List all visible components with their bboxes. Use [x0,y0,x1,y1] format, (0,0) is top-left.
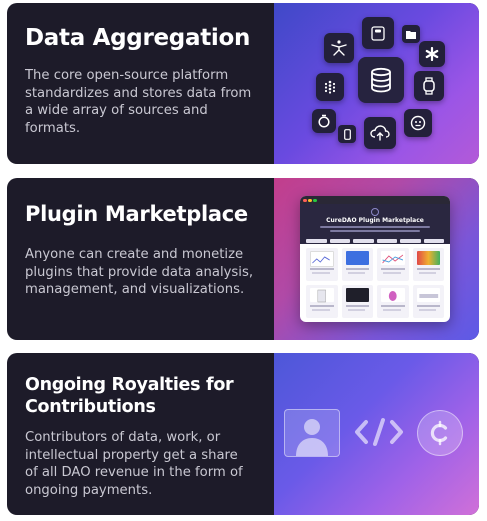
person-avatar-icon [284,409,340,457]
plugin-card [306,248,338,281]
close-dot [303,198,307,202]
tab [423,239,444,243]
plugin-card [412,248,444,281]
plugin-card [377,285,409,318]
asterisk-icon [419,41,445,67]
marketplace-header: CureDAO Plugin Marketplace [300,204,450,244]
tab [353,239,374,243]
plugin-card [412,285,444,318]
card-description: Anyone can create and monetize plugins t… [25,247,254,297]
cloud-upload-icon [364,117,396,149]
plugin-card [306,285,338,318]
tab [400,239,421,243]
stopwatch-icon [312,109,336,133]
marketplace-subtitle-line [320,226,430,228]
ongoing-royalties-card: Ongoing Royalties for Contributions Cont… [7,353,479,515]
plugin-grid [306,248,444,318]
data-sources-illustration [274,3,479,164]
plugin-marketplace-card: Plugin Marketplace Anyone can create and… [7,178,479,340]
data-aggregation-card: Data Aggregation The core open-source pl… [7,3,479,164]
plugin-card [377,248,409,281]
marketplace-title: CureDAO Plugin Marketplace [326,217,424,224]
marketplace-tabs [306,239,444,243]
code-icon [354,417,404,451]
browser-mockup: CureDAO Plugin Marketplace [300,196,450,322]
phone-icon [338,125,356,143]
browser-titlebar [300,196,450,204]
yoga-person-icon [324,33,354,63]
fitbit-icon [316,73,344,101]
tab [306,239,327,243]
marketplace-subtitle-line [330,230,420,232]
plugin-card [341,285,373,318]
maximize-dot [313,198,317,202]
tab [329,239,350,243]
marketplace-illustration: CureDAO Plugin Marketplace [274,178,479,340]
curedao-logo-icon [371,208,379,216]
watch-icon [414,71,444,101]
sensor-icon [404,109,432,137]
royalties-illustration [274,353,479,515]
plugin-card [341,248,373,281]
card-title: Ongoing Royalties for Contributions [25,375,234,417]
folder-icon [402,25,420,43]
card-title: Data Aggregation [25,25,251,51]
currency-coin-icon [417,410,463,456]
card-title: Plugin Marketplace [25,202,248,226]
card-description: The core open-source platform standardiz… [25,68,252,136]
card-description: Contributors of data, work, or intellect… [25,430,243,498]
database-icon [358,57,404,103]
tab [376,239,397,243]
minimize-dot [308,198,312,202]
scale-icon [362,17,394,49]
